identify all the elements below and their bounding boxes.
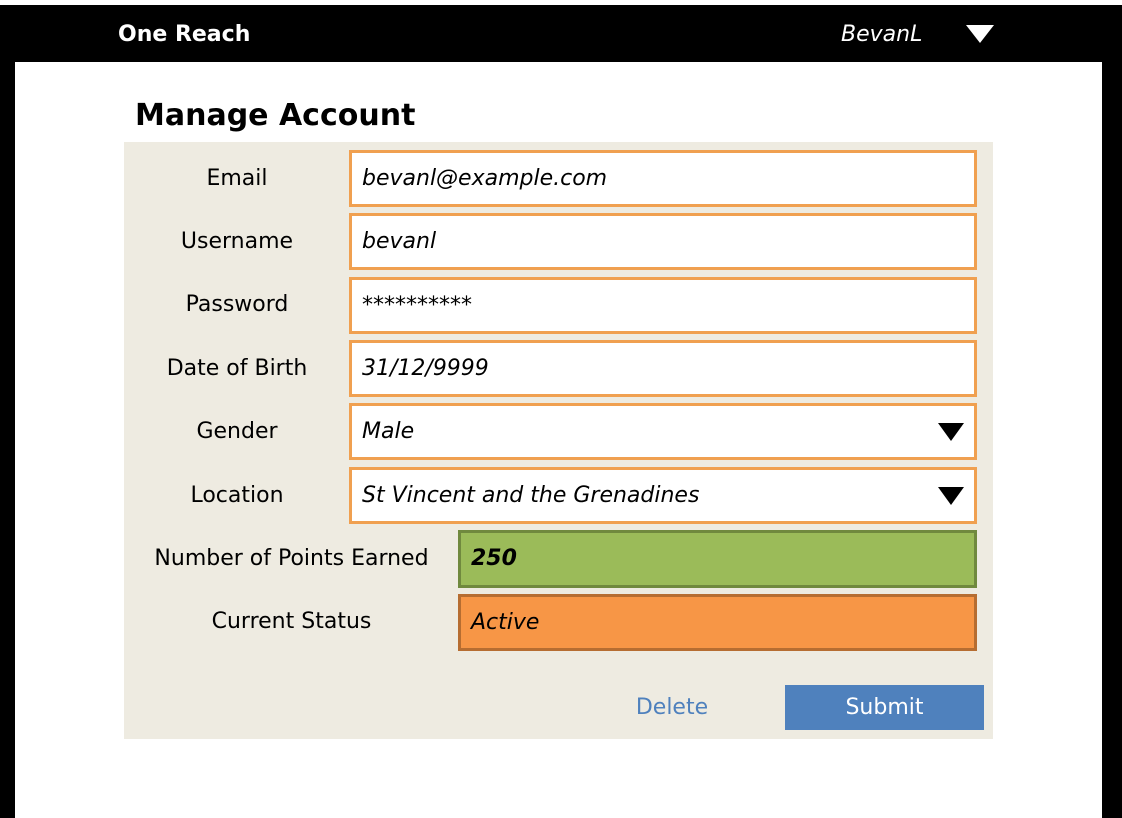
status-value: Active: [471, 610, 540, 635]
gender-value: Male: [362, 419, 415, 444]
page-title: Manage Account: [135, 98, 416, 133]
email-value: bevanl@example.com: [362, 166, 608, 191]
password-value: **********: [362, 293, 472, 318]
user-name[interactable]: BevanL: [841, 20, 922, 50]
username-field[interactable]: bevanl: [349, 213, 977, 270]
chevron-down-icon[interactable]: [938, 423, 964, 441]
password-label: Password: [185, 292, 289, 317]
points-value: 250: [471, 546, 517, 571]
app-brand: One Reach: [118, 22, 251, 47]
submit-button[interactable]: Submit: [785, 685, 984, 730]
status-label: Current Status: [211, 609, 372, 634]
dob-value: 31/12/9999: [362, 356, 489, 381]
delete-button[interactable]: Delete: [630, 690, 714, 726]
status-badge: Active: [458, 594, 977, 651]
chevron-down-icon[interactable]: [938, 487, 964, 505]
email-label: Email: [206, 166, 268, 191]
dob-label: Date of Birth: [166, 356, 308, 381]
points-label: Number of Points Earned: [154, 546, 429, 571]
username-value: bevanl: [362, 229, 437, 254]
caret-down-icon[interactable]: [966, 25, 994, 43]
location-value: St Vincent and the Grenadines: [362, 483, 700, 508]
dob-field[interactable]: 31/12/9999: [349, 340, 977, 397]
points-value-box: 250: [458, 530, 977, 588]
password-field[interactable]: **********: [349, 277, 977, 334]
gender-label: Gender: [196, 419, 278, 444]
gender-select[interactable]: Male: [349, 403, 977, 460]
username-label: Username: [180, 229, 294, 254]
location-select[interactable]: St Vincent and the Grenadines: [349, 467, 977, 524]
location-label: Location: [190, 483, 284, 508]
email-field[interactable]: bevanl@example.com: [349, 150, 977, 207]
